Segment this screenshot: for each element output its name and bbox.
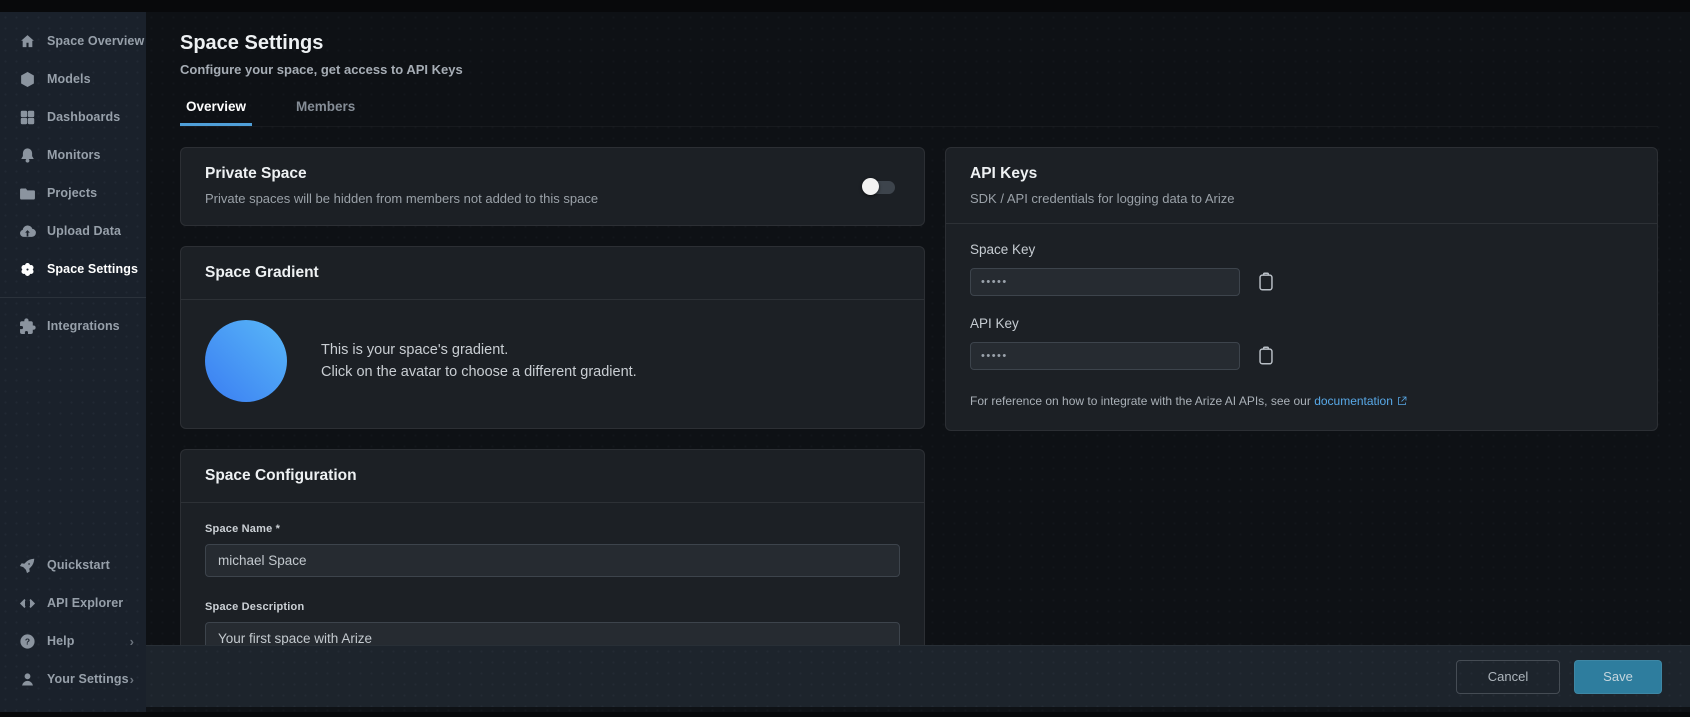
gear-flower-icon (18, 260, 36, 278)
sidebar-item-label: Space Settings (47, 262, 139, 276)
documentation-link[interactable]: documentation (1314, 394, 1393, 408)
window-bottom-edge (0, 712, 1690, 717)
rocket-icon (18, 556, 36, 574)
space-name-label: Space Name * (205, 523, 281, 535)
sidebar-item-label: API Explorer (47, 596, 124, 610)
private-space-title: Private Space (205, 165, 307, 182)
sidebar-item-label: Integrations (47, 319, 120, 333)
toggle-knob (862, 177, 879, 195)
external-link-icon (1396, 394, 1408, 408)
private-space-toggle[interactable] (862, 177, 896, 197)
cloud-upload-icon (18, 222, 36, 240)
home-icon (18, 32, 36, 50)
sidebar-item-integrations[interactable]: Integrations (0, 307, 146, 345)
folder-icon (18, 184, 36, 202)
tab-bar: Overview Members (180, 93, 1658, 127)
space-key-label: Space Key (970, 242, 1036, 257)
sidebar-item-space-overview[interactable]: Space Overview (0, 22, 146, 60)
space-configuration-title: Space Configuration (205, 467, 357, 484)
space-name-input[interactable] (205, 544, 900, 577)
space-gradient-title: Space Gradient (205, 264, 319, 281)
copy-api-key-button[interactable] (1255, 345, 1277, 367)
sidebar-item-dashboards[interactable]: Dashboards (0, 98, 146, 136)
sidebar-item-help[interactable]: ? Help › (0, 622, 146, 660)
space-key-input[interactable] (970, 268, 1240, 296)
save-button[interactable]: Save (1574, 659, 1662, 694)
sidebar-bottom-group: Quickstart API Explorer ? Help › Your Se (0, 546, 146, 712)
footnote-text: For reference on how to integrate with t… (970, 394, 1315, 408)
space-description-label: Space Description (205, 601, 305, 613)
sidebar-item-label: Your Settings (47, 672, 129, 686)
sidebar-item-upload-data[interactable]: Upload Data (0, 212, 146, 250)
sidebar-item-label: Monitors (47, 148, 101, 162)
sidebar-item-label: Quickstart (47, 558, 110, 572)
tab-members[interactable]: Members (290, 93, 361, 126)
sidebar-item-your-settings[interactable]: Your Settings › (0, 660, 146, 698)
api-keys-card: API Keys SDK / API credentials for loggi… (945, 147, 1658, 431)
sidebar-item-monitors[interactable]: Monitors (0, 136, 146, 174)
code-brackets-icon (18, 594, 36, 612)
tab-overview[interactable]: Overview (180, 93, 253, 126)
sidebar-item-label: Models (47, 72, 91, 86)
sidebar-item-space-settings[interactable]: Space Settings (0, 250, 146, 288)
sidebar-item-label: Space Overview (47, 34, 145, 48)
space-gradient-card: Space Gradient This is your space's grad… (180, 246, 925, 429)
private-space-description: Private spaces will be hidden from membe… (205, 191, 599, 206)
page-subtitle: Configure your space, get access to API … (180, 62, 463, 77)
sidebar-item-models[interactable]: Models (0, 60, 146, 98)
space-gradient-avatar[interactable] (205, 320, 287, 402)
grid-icon (18, 108, 36, 126)
gradient-line-2: Click on the avatar to choose a differen… (321, 364, 637, 380)
footer-action-bar: Cancel Save (146, 645, 1690, 707)
api-keys-subtitle: SDK / API credentials for logging data t… (970, 191, 1235, 206)
sidebar-item-label: Upload Data (47, 224, 122, 238)
gradient-line-1: This is your space's gradient. (321, 341, 509, 358)
sidebar: Space Overview Models Dashboards Monitor… (0, 12, 146, 712)
window-top-edge (0, 0, 1690, 12)
space-gradient-text: This is your space's gradient. Click on … (321, 339, 637, 384)
cube-icon (18, 70, 36, 88)
sidebar-item-label: Dashboards (47, 110, 121, 124)
sidebar-item-api-explorer[interactable]: API Explorer (0, 584, 146, 622)
chevron-right-icon: › (129, 671, 134, 687)
person-icon (18, 670, 36, 688)
copy-space-key-button[interactable] (1255, 271, 1277, 293)
sidebar-item-projects[interactable]: Projects (0, 174, 146, 212)
clipboard-icon (1259, 346, 1273, 365)
clipboard-icon (1259, 272, 1273, 291)
api-keys-title: API Keys (970, 165, 1038, 182)
sidebar-divider (0, 297, 146, 298)
sidebar-item-quickstart[interactable]: Quickstart (0, 546, 146, 584)
sidebar-item-label: Help (47, 634, 75, 648)
private-space-card: Private Space Private spaces will be hid… (180, 147, 925, 226)
page-title: Space Settings (180, 32, 324, 54)
cancel-button[interactable]: Cancel (1456, 659, 1560, 694)
api-key-input[interactable] (970, 342, 1240, 370)
api-key-label: API Key (970, 316, 1019, 331)
bell-icon (18, 146, 36, 164)
sidebar-item-label: Projects (47, 186, 98, 200)
chevron-right-icon: › (129, 633, 134, 649)
puzzle-icon (18, 317, 36, 335)
api-keys-footnote: For reference on how to integrate with t… (970, 394, 1633, 408)
question-circle-icon: ? (18, 632, 36, 650)
svg-text:?: ? (24, 636, 29, 646)
main-content: Space Settings Configure your space, get… (146, 12, 1690, 712)
